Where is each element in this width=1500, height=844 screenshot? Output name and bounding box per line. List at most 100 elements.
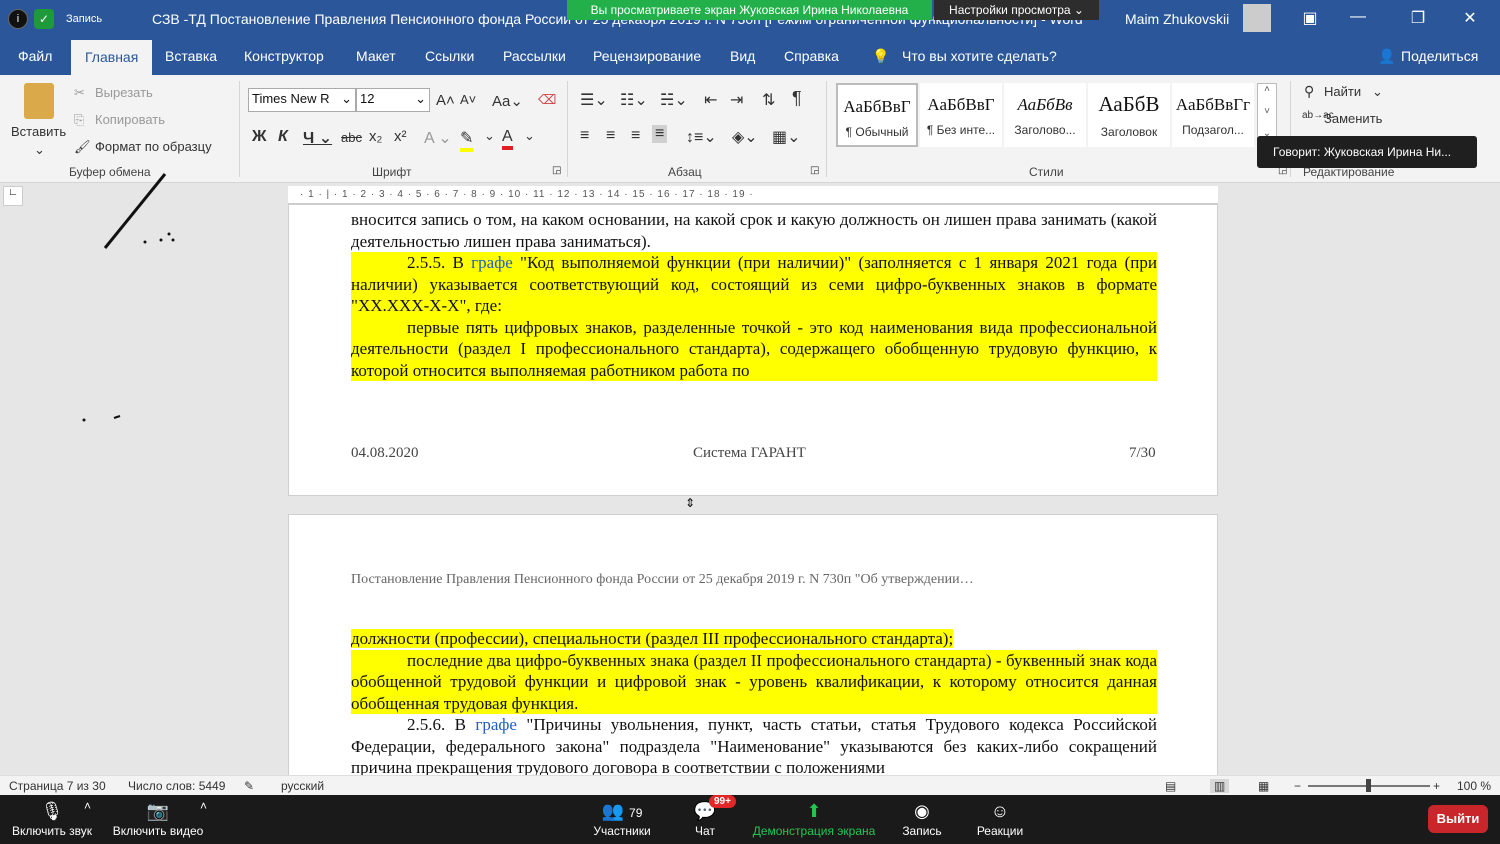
tab-home[interactable]: Главная xyxy=(71,40,153,75)
style-normal[interactable]: АаБбВвГ ¶ Обычный xyxy=(836,83,918,147)
chevron-up-icon[interactable]: ˄ xyxy=(84,799,91,813)
subscript-icon[interactable]: x₂ xyxy=(369,128,382,145)
participants-button[interactable]: 👥 79 Участники xyxy=(593,798,651,838)
find-button[interactable]: Найти xyxy=(1324,84,1361,99)
document-page-7[interactable]: вносится запись о том, на каком основани… xyxy=(288,204,1218,496)
justify-icon[interactable]: ≡ xyxy=(652,125,668,143)
reactions-button[interactable]: ☺ Реакции xyxy=(976,798,1024,838)
close-icon[interactable]: ✕ xyxy=(1458,8,1482,30)
copy-button[interactable]: Копировать xyxy=(95,112,165,127)
brush-icon[interactable]: 🖌 xyxy=(74,139,91,155)
font-name-select[interactable]: Times New R ⌄ xyxy=(248,88,356,112)
style-no-spacing[interactable]: АаБбВвГ ¶ Без инте... xyxy=(920,83,1002,147)
user-name[interactable]: Maim Zhukovskii xyxy=(1125,11,1229,27)
pilcrow-icon[interactable]: ¶ xyxy=(792,88,802,109)
minimize-icon[interactable]: — xyxy=(1346,8,1370,30)
view-options-button[interactable]: Настройки просмотра ⌄ xyxy=(934,0,1099,20)
info-icon[interactable]: i xyxy=(8,9,28,29)
search-icon[interactable]: ⚲ xyxy=(1304,83,1314,100)
bullets-icon[interactable]: ☰⌄ xyxy=(580,90,608,110)
bold-icon[interactable]: Ж xyxy=(252,128,266,146)
multilevel-list-icon[interactable]: ☵⌄ xyxy=(660,90,688,110)
page-text[interactable]: должности (профессии), специальности (ра… xyxy=(351,628,1157,779)
numbering-icon[interactable]: ☷⌄ xyxy=(620,90,648,110)
clear-formatting-icon[interactable]: ⌫ xyxy=(538,92,556,108)
zoom-slider-thumb[interactable] xyxy=(1366,779,1371,792)
paste-button[interactable]: Вставить xyxy=(11,124,66,139)
avatar[interactable] xyxy=(1243,4,1271,32)
chevron-down-icon[interactable]: ⌄ xyxy=(524,128,535,144)
page-text[interactable]: вносится запись о том, на каком основани… xyxy=(351,209,1157,381)
proofing-icon[interactable]: ✎ xyxy=(244,779,254,793)
graph-link[interactable]: графе xyxy=(475,715,517,734)
security-shield-icon[interactable]: ✓ xyxy=(34,9,54,29)
restore-icon[interactable]: ❐ xyxy=(1406,8,1430,30)
ribbon-display-icon[interactable]: ▣ xyxy=(1298,8,1322,30)
superscript-icon[interactable]: x² xyxy=(394,128,407,145)
borders-icon[interactable]: ▦⌄ xyxy=(772,127,801,147)
align-right-icon[interactable]: ≡ xyxy=(631,127,640,145)
web-layout-icon[interactable]: ▦ xyxy=(1258,779,1269,793)
font-size-select[interactable]: 12 ⌄ xyxy=(356,88,430,112)
start-video-button[interactable]: 📷 Включить видео xyxy=(112,798,204,838)
tab-mailings[interactable]: Рассылки xyxy=(503,48,566,64)
tab-layout[interactable]: Макет xyxy=(356,48,396,64)
format-painter-button[interactable]: Формат по образцу xyxy=(95,139,212,154)
print-layout-icon[interactable]: ▥ xyxy=(1210,779,1230,793)
shading-icon[interactable]: ◈⌄ xyxy=(732,127,758,147)
chevron-up-icon[interactable]: ˄ xyxy=(200,799,207,813)
paste-icon[interactable] xyxy=(24,83,54,119)
tab-insert[interactable]: Вставка xyxy=(165,48,217,64)
document-page-8[interactable]: Постановление Правления Пенсионного фонд… xyxy=(288,514,1218,779)
increase-indent-icon[interactable]: ⇥ xyxy=(730,90,743,110)
copy-icon[interactable]: ⎘ xyxy=(74,112,84,128)
read-mode-icon[interactable]: ▤ xyxy=(1165,779,1176,793)
share-icon[interactable]: 👤 xyxy=(1378,48,1395,65)
align-center-icon[interactable]: ≡ xyxy=(606,127,615,145)
unmute-button[interactable]: 🎙 Включить звук xyxy=(10,798,94,838)
tab-file[interactable]: Файл xyxy=(18,48,52,64)
style-heading-1[interactable]: АаБбВв Заголово... xyxy=(1004,83,1086,147)
highlight-icon[interactable]: ✎ xyxy=(460,128,474,152)
language[interactable]: русский xyxy=(281,779,324,793)
style-subtitle[interactable]: АаБбВвГг Подзагол... xyxy=(1172,83,1254,147)
cut-button[interactable]: Вырезать xyxy=(95,85,153,100)
graph-link[interactable]: графе xyxy=(471,253,513,272)
zoom-in-icon[interactable]: + xyxy=(1433,779,1440,793)
word-count[interactable]: Число слов: 5449 xyxy=(128,779,225,793)
style-title[interactable]: АаБбВ Заголовок xyxy=(1088,83,1170,147)
strikethrough-icon[interactable]: abc xyxy=(341,130,362,145)
align-left-icon[interactable]: ≡ xyxy=(580,127,589,145)
font-color-icon[interactable]: A xyxy=(502,128,513,150)
share-button[interactable]: Поделиться xyxy=(1401,48,1478,64)
paste-dropdown-icon[interactable]: ⌄ xyxy=(34,142,45,158)
change-case-icon[interactable]: Aa⌄ xyxy=(492,92,523,110)
shrink-font-icon[interactable]: A˅ xyxy=(460,92,476,107)
chevron-down-icon[interactable]: ⌄ xyxy=(1372,84,1383,100)
tab-design[interactable]: Конструктор xyxy=(244,48,324,64)
leave-button[interactable]: Выйти xyxy=(1428,805,1488,833)
underline-icon[interactable]: Ч ⌄ xyxy=(303,128,332,148)
text-effects-icon[interactable]: A ⌄ xyxy=(424,128,452,148)
scissors-icon[interactable]: ✂ xyxy=(74,85,85,101)
share-screen-button[interactable]: ⬆ Демонстрация экрана xyxy=(752,798,876,838)
record-button[interactable]: ◉ Запись xyxy=(900,798,944,838)
tell-me-search[interactable]: Что вы хотите сделать? xyxy=(902,48,1057,64)
tab-help[interactable]: Справка xyxy=(784,48,839,64)
replace-button[interactable]: Заменить xyxy=(1324,111,1382,126)
font-dialog-launcher-icon[interactable]: ◲ xyxy=(552,165,561,176)
zoom-level[interactable]: 100 % xyxy=(1457,779,1491,793)
tab-view[interactable]: Вид xyxy=(730,48,755,64)
tab-review[interactable]: Рецензирование xyxy=(593,48,701,64)
italic-icon[interactable]: К xyxy=(278,128,288,146)
line-spacing-icon[interactable]: ↕≡⌄ xyxy=(686,127,717,147)
sort-icon[interactable]: ⇅ xyxy=(762,90,775,110)
paragraph-dialog-launcher-icon[interactable]: ◲ xyxy=(810,165,819,176)
zoom-out-icon[interactable]: − xyxy=(1294,779,1301,793)
tab-references[interactable]: Ссылки xyxy=(425,48,474,64)
tab-selector[interactable]: ∟ xyxy=(3,186,23,206)
horizontal-ruler[interactable]: · 1 · | · 1 · 2 · 3 · 4 · 5 · 6 · 7 · 8 … xyxy=(288,186,1218,204)
grow-font-icon[interactable]: A˄ xyxy=(436,92,455,109)
decrease-indent-icon[interactable]: ⇤ xyxy=(704,90,717,110)
page-counter[interactable]: Страница 7 из 30 xyxy=(9,779,106,793)
